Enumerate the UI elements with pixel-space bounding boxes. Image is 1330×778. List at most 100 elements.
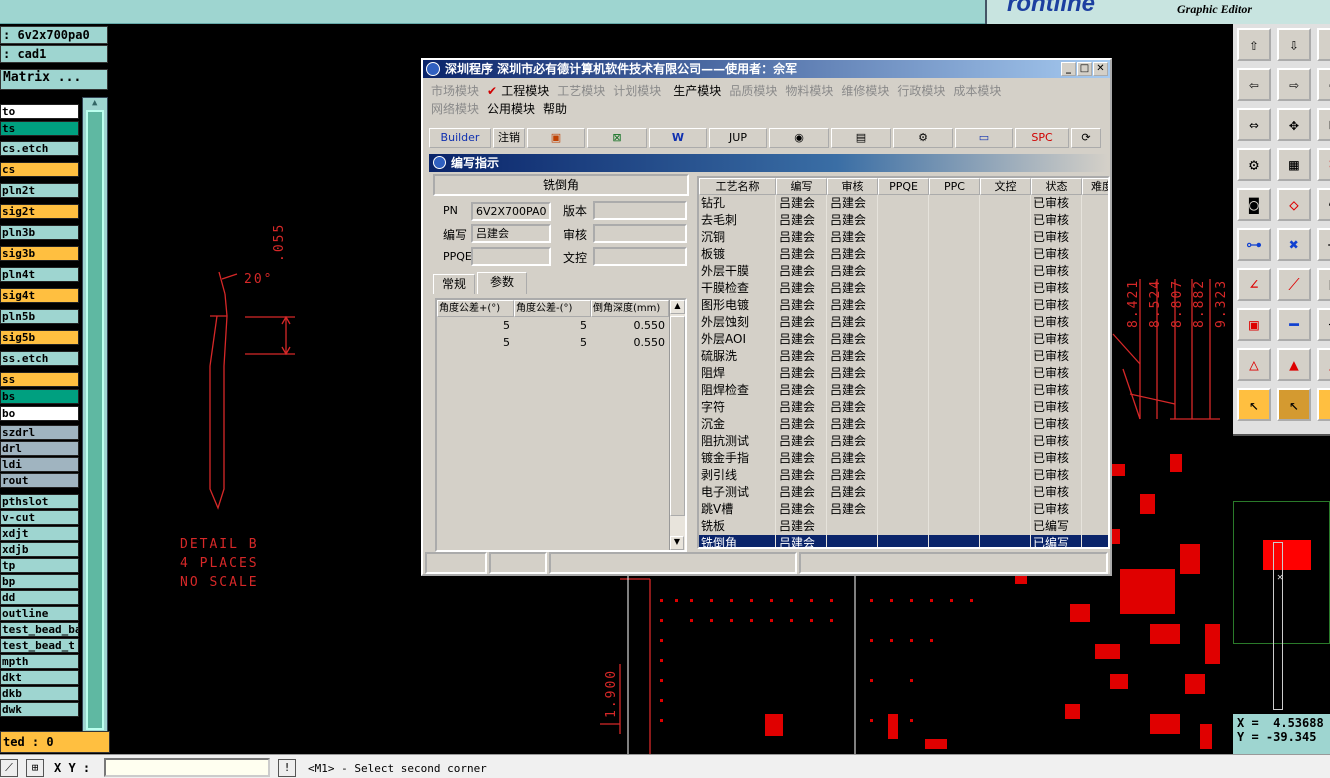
ruler-icon[interactable]: ⊢ bbox=[1317, 268, 1330, 301]
param-scroll-thumb[interactable] bbox=[670, 316, 685, 516]
table-row[interactable]: 沉金 吕建会 吕建会 已审核 bbox=[699, 416, 1108, 433]
param-cell[interactable]: 0.550 bbox=[591, 334, 669, 351]
table-row[interactable]: 外层蚀刻 吕建会 吕建会 已审核 bbox=[699, 314, 1108, 331]
version-field[interactable] bbox=[593, 201, 687, 220]
pn-field[interactable]: 6V2X700PA0 bbox=[471, 202, 551, 221]
param-cell[interactable]: 0.550 bbox=[591, 317, 669, 334]
menu-menu_row2-2[interactable]: 帮助 bbox=[543, 102, 567, 116]
param-cell[interactable]: 5 bbox=[437, 334, 514, 351]
layer-bs[interactable]: bs bbox=[0, 389, 79, 404]
table-row[interactable]: 外层AOI 吕建会 吕建会 已审核 bbox=[699, 331, 1108, 348]
zoom-down-icon[interactable]: ⇩ bbox=[1277, 28, 1311, 61]
layer-pthslot[interactable]: pthslot bbox=[0, 494, 79, 509]
table-row[interactable]: 阻焊检查 吕建会 吕建会 已审核 bbox=[699, 382, 1108, 399]
triangle-icon[interactable]: △ bbox=[1237, 348, 1271, 381]
computer-icon[interactable]: ▭ bbox=[955, 128, 1013, 148]
menu-menu_row1-7[interactable]: 维修模块 bbox=[841, 84, 889, 98]
table-row[interactable]: 镀金手指 吕建会 吕建会 已审核 bbox=[699, 450, 1108, 467]
close-button[interactable]: ✕ bbox=[1093, 62, 1108, 76]
layer-szdrl[interactable]: szdrl bbox=[0, 425, 79, 440]
connect-icon[interactable]: ⊶ bbox=[1237, 228, 1271, 261]
table-row[interactable]: 阻抗测试 吕建会 吕建会 已审核 bbox=[699, 433, 1108, 450]
layer-scrollbar[interactable]: ▲ ▼ bbox=[82, 97, 108, 752]
process-header[interactable]: PPQE bbox=[878, 178, 929, 195]
table-row[interactable]: 外层干膜 吕建会 吕建会 已审核 bbox=[699, 263, 1108, 280]
pad-icon[interactable]: ◙ bbox=[1237, 188, 1271, 221]
settings-icon[interactable]: ⚙ bbox=[893, 128, 953, 148]
menu-menu_row1-1[interactable]: ✔ 工程模块 bbox=[487, 84, 549, 98]
layer-test-bead-ba[interactable]: test_bead_ba bbox=[0, 622, 79, 637]
layer-xdjt[interactable]: xdjt bbox=[0, 526, 79, 541]
ppqe-field[interactable] bbox=[471, 247, 551, 266]
scroll-thumb[interactable] bbox=[86, 110, 104, 730]
layer-ts[interactable]: ts bbox=[0, 121, 79, 136]
layer-sig4t[interactable]: sig4t bbox=[0, 288, 79, 303]
process-header[interactable]: PPC bbox=[929, 178, 980, 195]
review-field[interactable] bbox=[593, 224, 687, 243]
table-row[interactable]: 干膜检查 吕建会 吕建会 已审核 bbox=[699, 280, 1108, 297]
layer-pln5b[interactable]: pln5b bbox=[0, 309, 79, 324]
snap-toggle-icon[interactable]: ⟋ bbox=[0, 759, 18, 777]
layer-bp[interactable]: bp bbox=[0, 574, 79, 589]
layer-sig5b[interactable]: sig5b bbox=[0, 330, 79, 345]
layer-sig3b[interactable]: sig3b bbox=[0, 246, 79, 261]
param-cell[interactable]: 5 bbox=[514, 317, 591, 334]
process-header[interactable]: 文控 bbox=[980, 178, 1031, 195]
menu-menu_row1-2[interactable]: 工艺模块 bbox=[557, 84, 605, 98]
menu-menu_row2-0[interactable]: 网络模块 bbox=[431, 102, 479, 116]
layer-sig2t[interactable]: sig2t bbox=[0, 204, 79, 219]
layer-ss[interactable]: ss bbox=[0, 372, 79, 387]
param-scroll-down-icon[interactable]: ▼ bbox=[670, 536, 684, 550]
tab-parameters[interactable]: 参数 bbox=[477, 272, 527, 294]
layer-ss-etch[interactable]: ss.etch bbox=[0, 351, 79, 366]
matrix-button[interactable]: Matrix ... bbox=[0, 69, 108, 90]
layer-rout[interactable]: rout bbox=[0, 473, 79, 488]
layer-pln2t[interactable]: pln2t bbox=[0, 183, 79, 198]
angle-line-icon[interactable]: ∠ bbox=[1237, 268, 1271, 301]
process-header[interactable]: 审核 bbox=[827, 178, 878, 195]
table-row[interactable]: 沉铜 吕建会 吕建会 已审核 bbox=[699, 229, 1108, 246]
tab-general[interactable]: 常规 bbox=[433, 274, 475, 294]
param-cell[interactable]: 5 bbox=[437, 317, 514, 334]
grid-toggle-icon[interactable]: ⊞ bbox=[26, 759, 44, 777]
process-header[interactable]: 难度 bbox=[1082, 178, 1108, 195]
select-pointer-icon[interactable]: ↖ bbox=[1277, 388, 1311, 421]
table-row[interactable]: 跳V槽 吕建会 吕建会 已审核 bbox=[699, 501, 1108, 518]
table-row[interactable]: 图形电镀 吕建会 吕建会 已审核 bbox=[699, 297, 1108, 314]
dialog-title-bar[interactable]: 深圳程序 深圳市必有德计算机软件技术有限公司——使用者：佘军 _ □ ✕ bbox=[423, 60, 1110, 78]
grid-icon[interactable]: ▦ bbox=[1277, 148, 1311, 181]
pan-left-icon[interactable]: ⇦ bbox=[1237, 68, 1271, 101]
param-header[interactable]: 倒角深度(mm) bbox=[591, 300, 669, 317]
table-row[interactable]: 字符 吕建会 吕建会 已审核 bbox=[699, 399, 1108, 416]
table-row[interactable]: 铣倒角 吕建会 已编写 bbox=[699, 535, 1108, 547]
logout-button[interactable]: 注销 bbox=[493, 128, 525, 148]
refresh-icon[interactable]: ⟳ bbox=[1071, 128, 1101, 148]
layer-to[interactable]: to bbox=[0, 104, 79, 119]
table-row[interactable]: 去毛刺 吕建会 吕建会 已审核 bbox=[699, 212, 1108, 229]
alert-icon[interactable]: ! bbox=[278, 759, 296, 777]
layer-cs-etch[interactable]: cs.etch bbox=[0, 141, 79, 156]
maximize-button[interactable]: □ bbox=[1077, 62, 1092, 76]
process-header[interactable]: 状态 bbox=[1031, 178, 1082, 195]
line-edit-icon[interactable]: ◇ bbox=[1277, 188, 1311, 221]
menu-menu_row1-5[interactable]: 品质模块 bbox=[729, 84, 777, 98]
triangle-select-icon[interactable]: ▲ bbox=[1277, 348, 1311, 381]
navigator-viewport[interactable] bbox=[1273, 542, 1283, 710]
rect-select-icon[interactable]: ▣ bbox=[1237, 308, 1271, 341]
diagonal-line-icon[interactable]: ⟋ bbox=[1277, 268, 1311, 301]
layer-tp[interactable]: tp bbox=[0, 558, 79, 573]
layer-pln3b[interactable]: pln3b bbox=[0, 225, 79, 240]
menu-menu_row1-6[interactable]: 物料模块 bbox=[785, 84, 833, 98]
arc-icon[interactable]: ∿ bbox=[1317, 188, 1330, 221]
measure-icon[interactable]: ⚙ bbox=[1237, 148, 1271, 181]
fit-width-icon[interactable]: ⇔ bbox=[1237, 108, 1271, 141]
param-scroll-up-icon[interactable]: ▲ bbox=[670, 300, 685, 314]
table-row[interactable]: 铣板 吕建会 已编写 bbox=[699, 518, 1108, 535]
layer-xdjb[interactable]: xdjb bbox=[0, 542, 79, 557]
hline-icon[interactable]: ━ bbox=[1277, 308, 1311, 341]
builder-button[interactable]: Builder bbox=[429, 128, 491, 148]
layer-pln4t[interactable]: pln4t bbox=[0, 267, 79, 282]
pan-right-icon[interactable]: ⇨ bbox=[1277, 68, 1311, 101]
process-header[interactable]: 工艺名称 bbox=[699, 178, 776, 195]
word-icon[interactable]: W bbox=[649, 128, 707, 148]
